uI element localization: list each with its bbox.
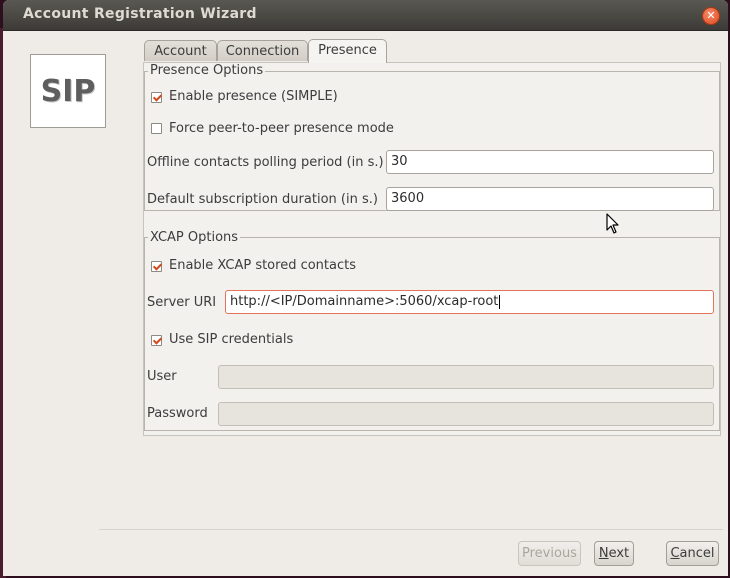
tab-connection[interactable]: Connection bbox=[217, 40, 308, 61]
tab-account[interactable]: Account bbox=[144, 40, 217, 61]
enable-presence-checkbox[interactable] bbox=[151, 92, 162, 103]
presence-panel: Presence Options Enable presence (SIMPLE… bbox=[143, 62, 721, 436]
subscription-duration-label: Default subscription duration (in s.) bbox=[147, 192, 378, 207]
close-icon[interactable]: ✕ bbox=[702, 7, 720, 25]
use-sip-credentials-label[interactable]: Use SIP credentials bbox=[169, 332, 293, 347]
server-uri-label: Server URI bbox=[147, 295, 217, 310]
password-label: Password bbox=[147, 406, 208, 421]
title-bar[interactable]: Account Registration Wizard ✕ bbox=[3, 0, 728, 31]
wizard-window: Account Registration Wizard ✕ SIP Accoun… bbox=[3, 0, 728, 576]
subscription-duration-input[interactable]: 3600 bbox=[386, 187, 714, 211]
window-title: Account Registration Wizard bbox=[23, 6, 257, 22]
force-p2p-label[interactable]: Force peer-to-peer presence mode bbox=[169, 121, 394, 136]
enable-xcap-checkbox[interactable] bbox=[151, 261, 162, 272]
enable-presence-label[interactable]: Enable presence (SIMPLE) bbox=[169, 89, 338, 104]
polling-period-input[interactable]: 30 bbox=[386, 150, 714, 174]
xcap-options-legend: XCAP Options bbox=[148, 230, 241, 245]
password-input bbox=[218, 402, 714, 426]
cancel-button[interactable]: Cancel bbox=[666, 541, 719, 566]
sip-logo: SIP bbox=[30, 54, 106, 128]
presence-options-legend: Presence Options bbox=[148, 63, 266, 78]
user-input bbox=[218, 365, 714, 389]
use-sip-credentials-checkbox[interactable] bbox=[151, 335, 162, 346]
server-uri-input[interactable]: http://<IP/Domainname>:5060/xcap-root bbox=[225, 290, 714, 314]
force-p2p-checkbox[interactable] bbox=[151, 123, 162, 134]
cancel-label-rest: ancel bbox=[679, 546, 715, 561]
enable-xcap-label[interactable]: Enable XCAP stored contacts bbox=[169, 258, 356, 273]
server-uri-value: http://<IP/Domainname>:5060/xcap-root bbox=[230, 294, 499, 309]
next-mnemonic: N bbox=[598, 546, 609, 561]
next-label-rest: ext bbox=[608, 546, 630, 561]
previous-button[interactable]: Previous bbox=[518, 541, 581, 566]
text-caret bbox=[499, 294, 501, 309]
button-separator bbox=[99, 529, 723, 530]
cancel-mnemonic: C bbox=[670, 546, 680, 561]
mouse-pointer-icon bbox=[606, 213, 619, 234]
polling-period-label: Offline contacts polling period (in s.) bbox=[147, 155, 384, 170]
tab-presence[interactable]: Presence bbox=[308, 39, 387, 63]
next-button[interactable]: Next bbox=[594, 541, 634, 566]
user-label: User bbox=[147, 369, 177, 384]
